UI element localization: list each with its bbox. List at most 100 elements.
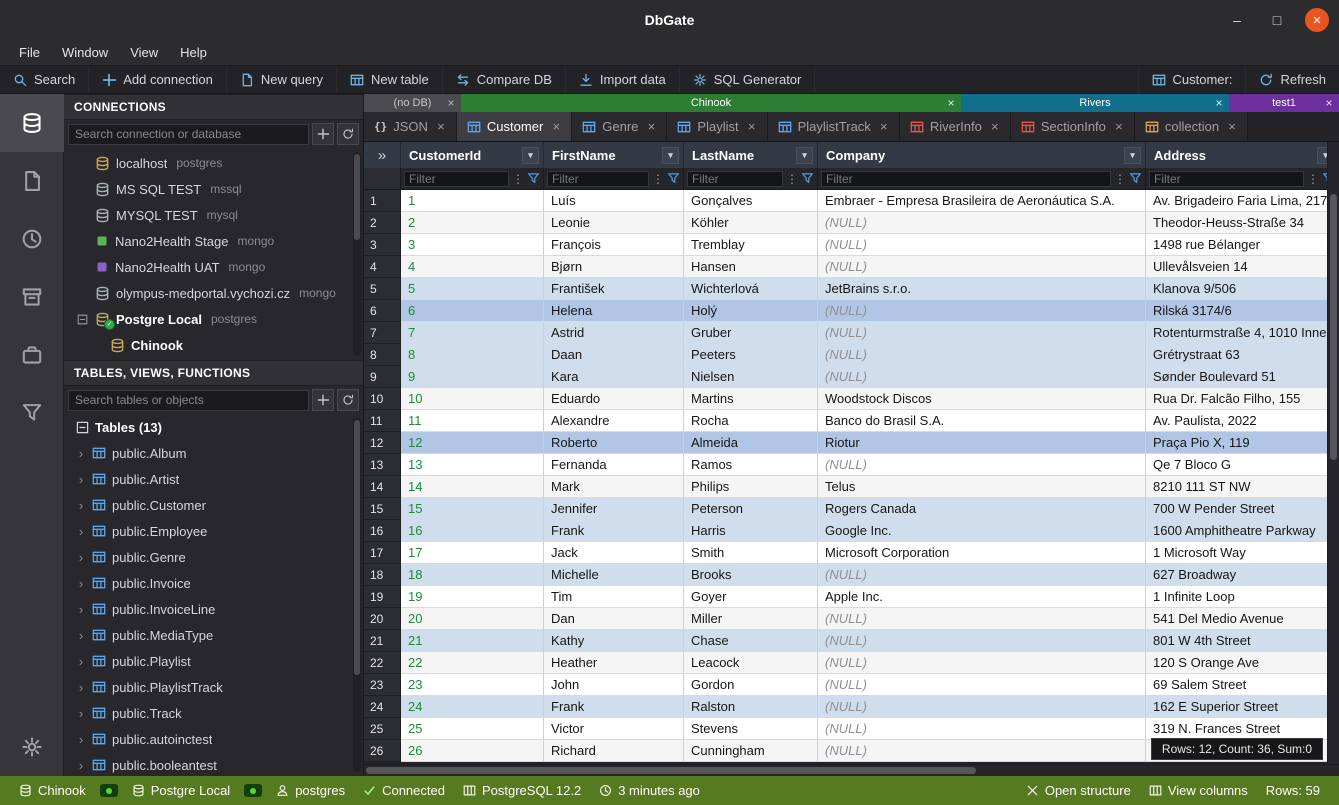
cell-address[interactable]: Av. Brigadeiro Faria Lima, 2170 — [1146, 190, 1339, 212]
funnel-icon[interactable] — [1129, 172, 1142, 185]
row-number[interactable]: 23 — [364, 674, 401, 696]
cell-company[interactable]: (NULL) — [818, 344, 1146, 366]
cell-company[interactable]: (NULL) — [818, 366, 1146, 388]
cell-firstname[interactable]: Dan — [544, 608, 684, 630]
cell-firstname[interactable]: John — [544, 674, 684, 696]
cell-customerid[interactable]: 5 — [401, 278, 544, 300]
cell-company[interactable]: Telus — [818, 476, 1146, 498]
cell-customerid[interactable]: 14 — [401, 476, 544, 498]
table-item-public-mediatype[interactable]: ›public.MediaType — [64, 622, 363, 648]
toolbar-sql-generator[interactable]: SQL Generator — [680, 66, 816, 93]
table-item-public-invoiceline[interactable]: ›public.InvoiceLine — [64, 596, 363, 622]
table-item-public-autoinctest[interactable]: ›public.autoinctest — [64, 726, 363, 752]
cell-firstname[interactable]: Victor — [544, 718, 684, 740]
row-number[interactable]: 14 — [364, 476, 401, 498]
close-tab-icon[interactable]: × — [1227, 120, 1237, 133]
filter-menu-icon[interactable]: ⋮ — [1114, 172, 1126, 186]
cell-company[interactable]: (NULL) — [818, 718, 1146, 740]
cell-lastname[interactable]: Goyer — [684, 586, 818, 608]
filter-menu-icon[interactable]: ⋮ — [652, 172, 664, 186]
filter-input-customerid[interactable] — [404, 171, 509, 187]
row-number[interactable]: 18 — [364, 564, 401, 586]
cell-company[interactable]: Google Inc. — [818, 520, 1146, 542]
cell-customerid[interactable]: 25 — [401, 718, 544, 740]
row-number[interactable]: 7 — [364, 322, 401, 344]
cell-lastname[interactable]: Brooks — [684, 564, 818, 586]
cell-company[interactable]: (NULL) — [818, 608, 1146, 630]
cell-company[interactable]: Embraer - Empresa Brasileira de Aeronáut… — [818, 190, 1146, 212]
cell-firstname[interactable]: Frank — [544, 520, 684, 542]
minimize-button[interactable]: – — [1225, 8, 1249, 32]
cell-address[interactable]: Rotenturmstraße 4, 1010 Innere Stadt — [1146, 322, 1339, 344]
cell-customerid[interactable]: 13 — [401, 454, 544, 476]
cell-customerid[interactable]: 19 — [401, 586, 544, 608]
toolbar-customer[interactable]: Customer: — [1138, 66, 1246, 93]
cell-address[interactable]: 627 Broadway — [1146, 564, 1339, 586]
column-dropdown-icon[interactable]: ▾ — [1124, 147, 1141, 164]
filter-menu-icon[interactable]: ⋮ — [786, 172, 798, 186]
cell-customerid[interactable]: 18 — [401, 564, 544, 586]
table-item-public-genre[interactable]: ›public.Genre — [64, 544, 363, 570]
close-db-tab-icon[interactable]: × — [946, 97, 956, 109]
cell-lastname[interactable]: Holý — [684, 300, 818, 322]
cell-customerid[interactable]: 4 — [401, 256, 544, 278]
close-tab-icon[interactable]: × — [551, 120, 561, 133]
tab-sectioninfo[interactable]: SectionInfo× — [1011, 112, 1135, 141]
cell-lastname[interactable]: Smith — [684, 542, 818, 564]
tab-collection[interactable]: collection× — [1135, 112, 1248, 141]
cell-address[interactable]: Praça Pio X, 119 — [1146, 432, 1339, 454]
close-button[interactable]: × — [1305, 8, 1329, 32]
cell-address[interactable]: 1 Infinite Loop — [1146, 586, 1339, 608]
funnel-icon[interactable] — [527, 172, 540, 185]
cell-customerid[interactable]: 20 — [401, 608, 544, 630]
close-db-tab-icon[interactable]: × — [1324, 97, 1334, 109]
row-number[interactable]: 5 — [364, 278, 401, 300]
funnel-icon[interactable] — [667, 172, 680, 185]
cell-lastname[interactable]: Leacock — [684, 652, 818, 674]
cell-firstname[interactable]: Alexandre — [544, 410, 684, 432]
cell-address[interactable]: 1498 rue Bélanger — [1146, 234, 1339, 256]
row-number[interactable]: 6 — [364, 300, 401, 322]
status-open-structure[interactable]: Open structure — [1017, 783, 1140, 798]
cell-customerid[interactable]: 6 — [401, 300, 544, 322]
connection-ms-sql-test[interactable]: MS SQL TESTmssql — [64, 176, 363, 202]
connection-chinook[interactable]: Chinook — [64, 332, 363, 358]
cell-customerid[interactable]: 16 — [401, 520, 544, 542]
funnel-icon[interactable] — [801, 172, 814, 185]
cell-customerid[interactable]: 17 — [401, 542, 544, 564]
toolbar-refresh[interactable]: Refresh — [1245, 66, 1339, 93]
cell-address[interactable]: 541 Del Medio Avenue — [1146, 608, 1339, 630]
close-db-tab-icon[interactable]: × — [446, 97, 456, 109]
table-item-public-album[interactable]: ›public.Album — [64, 440, 363, 466]
refresh-tables-button[interactable] — [337, 389, 359, 411]
row-number[interactable]: 19 — [364, 586, 401, 608]
filter-menu-icon[interactable]: ⋮ — [512, 172, 524, 186]
cell-address[interactable]: Ullevålsveien 14 — [1146, 256, 1339, 278]
tab-playlist[interactable]: Playlist× — [667, 112, 767, 141]
cell-customerid[interactable]: 15 — [401, 498, 544, 520]
row-number[interactable]: 16 — [364, 520, 401, 542]
cell-address[interactable]: Sønder Boulevard 51 — [1146, 366, 1339, 388]
cell-lastname[interactable]: Gruber — [684, 322, 818, 344]
cell-firstname[interactable]: Heather — [544, 652, 684, 674]
row-number[interactable]: 9 — [364, 366, 401, 388]
tables-scroll-thumb[interactable] — [354, 420, 360, 675]
tables-group-row[interactable]: Tables (13) — [64, 414, 363, 440]
cell-customerid[interactable]: 3 — [401, 234, 544, 256]
cell-address[interactable]: 700 W Pender Street — [1146, 498, 1339, 520]
toolbar-import-data[interactable]: Import data — [566, 66, 680, 93]
row-number[interactable]: 3 — [364, 234, 401, 256]
connection-nano2health-stage[interactable]: Nano2Health Stagemongo — [64, 228, 363, 254]
horizontal-scrollbar[interactable] — [364, 764, 1339, 776]
cell-company[interactable]: (NULL) — [818, 564, 1146, 586]
cell-lastname[interactable]: Nielsen — [684, 366, 818, 388]
row-number[interactable]: 24 — [364, 696, 401, 718]
row-number[interactable]: 22 — [364, 652, 401, 674]
cell-firstname[interactable]: Roberto — [544, 432, 684, 454]
menu-file[interactable]: File — [8, 43, 51, 62]
cell-lastname[interactable]: Peeters — [684, 344, 818, 366]
table-item-public-artist[interactable]: ›public.Artist — [64, 466, 363, 492]
column-header-address[interactable]: Address▾ — [1146, 142, 1339, 168]
filter-input-lastname[interactable] — [687, 171, 783, 187]
row-number[interactable]: 26 — [364, 740, 401, 762]
